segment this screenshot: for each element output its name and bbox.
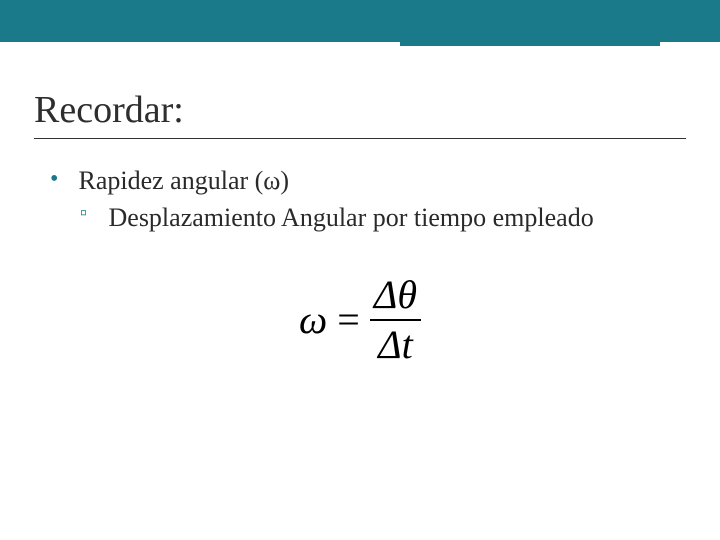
slide: Recordar: Rapidez angular (ω) Desplazami…	[0, 0, 720, 540]
content-area: Rapidez angular (ω) Desplazamiento Angul…	[0, 145, 720, 365]
fraction-bar	[370, 319, 421, 321]
formula-lhs: ω	[299, 293, 327, 347]
page-title: Recordar:	[34, 88, 686, 132]
formula: ω = Δθ Δt	[50, 275, 670, 365]
sub-bullet-text: Desplazamiento Angular por tiempo emplea…	[109, 200, 594, 235]
list-item: Desplazamiento Angular por tiempo emplea…	[80, 200, 670, 235]
numerator: Δθ	[370, 275, 421, 315]
sub-bullet-list: Desplazamiento Angular por tiempo emplea…	[80, 200, 670, 235]
bullet-text: Rapidez angular (ω)	[79, 163, 290, 198]
list-item: Rapidez angular (ω) Desplazamiento Angul…	[50, 163, 670, 235]
denominator: Δt	[374, 325, 417, 365]
equals-sign: =	[337, 293, 360, 347]
bullet-list: Rapidez angular (ω) Desplazamiento Angul…	[50, 163, 670, 235]
header-bar	[0, 0, 720, 42]
title-block: Recordar:	[0, 42, 720, 145]
fraction: Δθ Δt	[370, 275, 421, 365]
title-underline	[34, 138, 686, 139]
